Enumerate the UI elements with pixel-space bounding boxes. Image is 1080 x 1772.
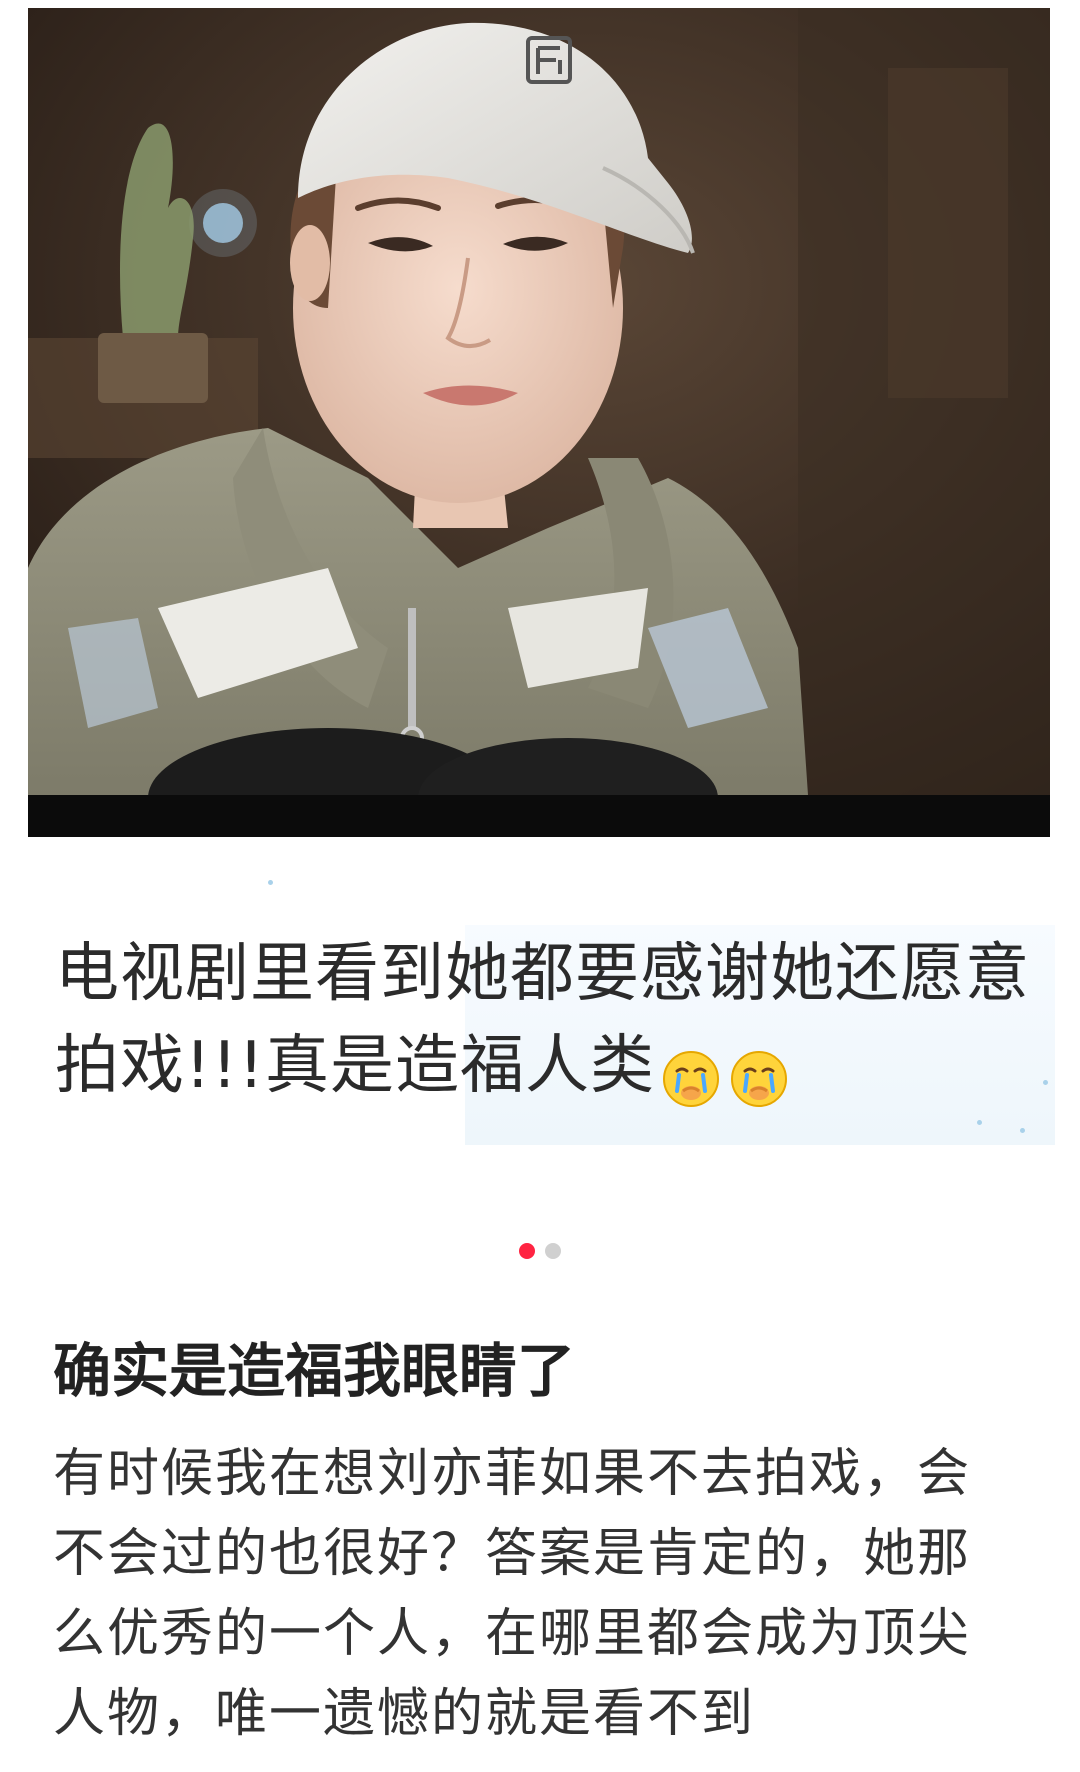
carousel-dot[interactable] <box>545 1243 561 1259</box>
decor-speck <box>268 880 273 885</box>
image-caption-text: 电视剧里看到她都要感谢她还愿意拍戏!!!真是造福人类 <box>55 937 1030 1103</box>
video-letterbox-bar <box>28 795 1050 837</box>
post-body-text: 有时候我在想刘亦菲如果不去拍戏，会不会过的也很好？答案是肯定的，她那么优秀的一个… <box>53 1444 972 1744</box>
image-carousel[interactable]: 电视剧里看到她都要感谢她还愿意拍戏!!!真是造福人类 <box>0 0 1080 1210</box>
post-title: 确实是造福我眼睛了 <box>53 1337 576 1405</box>
emoji-group <box>661 1030 797 1122</box>
carousel-page-indicator <box>0 1243 1080 1259</box>
post-image[interactable] <box>28 8 1050 795</box>
decor-speck <box>1020 1128 1025 1133</box>
crying-face-emoji-icon <box>730 1051 787 1108</box>
image-caption: 电视剧里看到她都要感谢她还愿意拍戏!!!真是造福人类 <box>55 928 1045 1122</box>
crying-face-emoji-icon <box>662 1051 719 1108</box>
carousel-dot-active[interactable] <box>519 1243 535 1259</box>
